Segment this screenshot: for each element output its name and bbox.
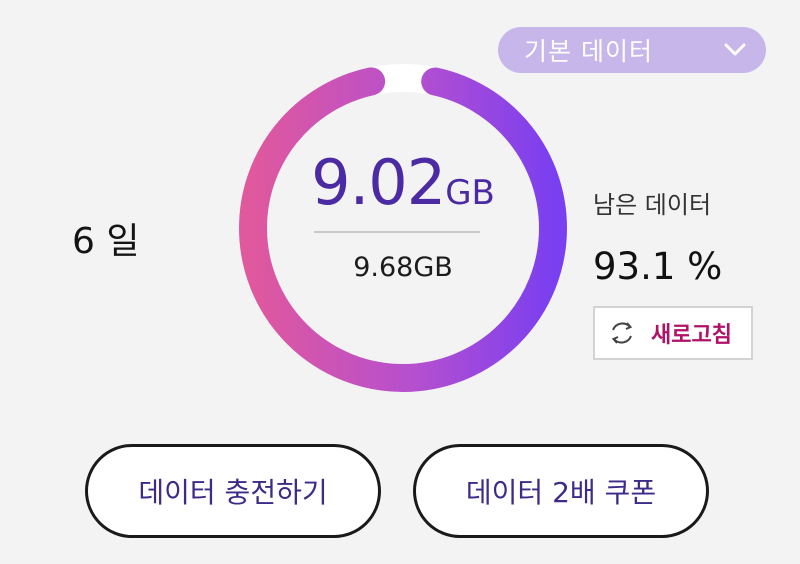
center-divider — [314, 231, 480, 233]
remaining-percent: 93.1 % — [593, 245, 723, 288]
usage-center: 9.02GB 9.68GB — [239, 64, 567, 392]
refresh-icon — [611, 322, 633, 344]
remaining-data-value: 9.02GB — [239, 146, 567, 219]
charge-data-label: 데이터 충전하기 — [138, 476, 328, 509]
refresh-button[interactable]: 새로고침 — [593, 306, 753, 360]
total-data-value: 9.68GB — [353, 252, 453, 283]
remaining-unit: GB — [445, 173, 495, 213]
chevron-down-icon — [724, 43, 746, 56]
dropdown-selected-label: 기본 데이터 — [524, 37, 653, 66]
double-data-coupon-label: 데이터 2배 쿠폰 — [465, 476, 657, 509]
double-data-coupon-button[interactable]: 데이터 2배 쿠폰 — [413, 444, 709, 538]
days-remaining: 6 일 — [72, 221, 140, 262]
charge-data-button[interactable]: 데이터 충전하기 — [85, 444, 381, 538]
remaining-number: 9.02 — [311, 146, 446, 219]
refresh-label: 새로고침 — [651, 323, 732, 348]
remaining-data-label: 남은 데이터 — [593, 191, 712, 219]
